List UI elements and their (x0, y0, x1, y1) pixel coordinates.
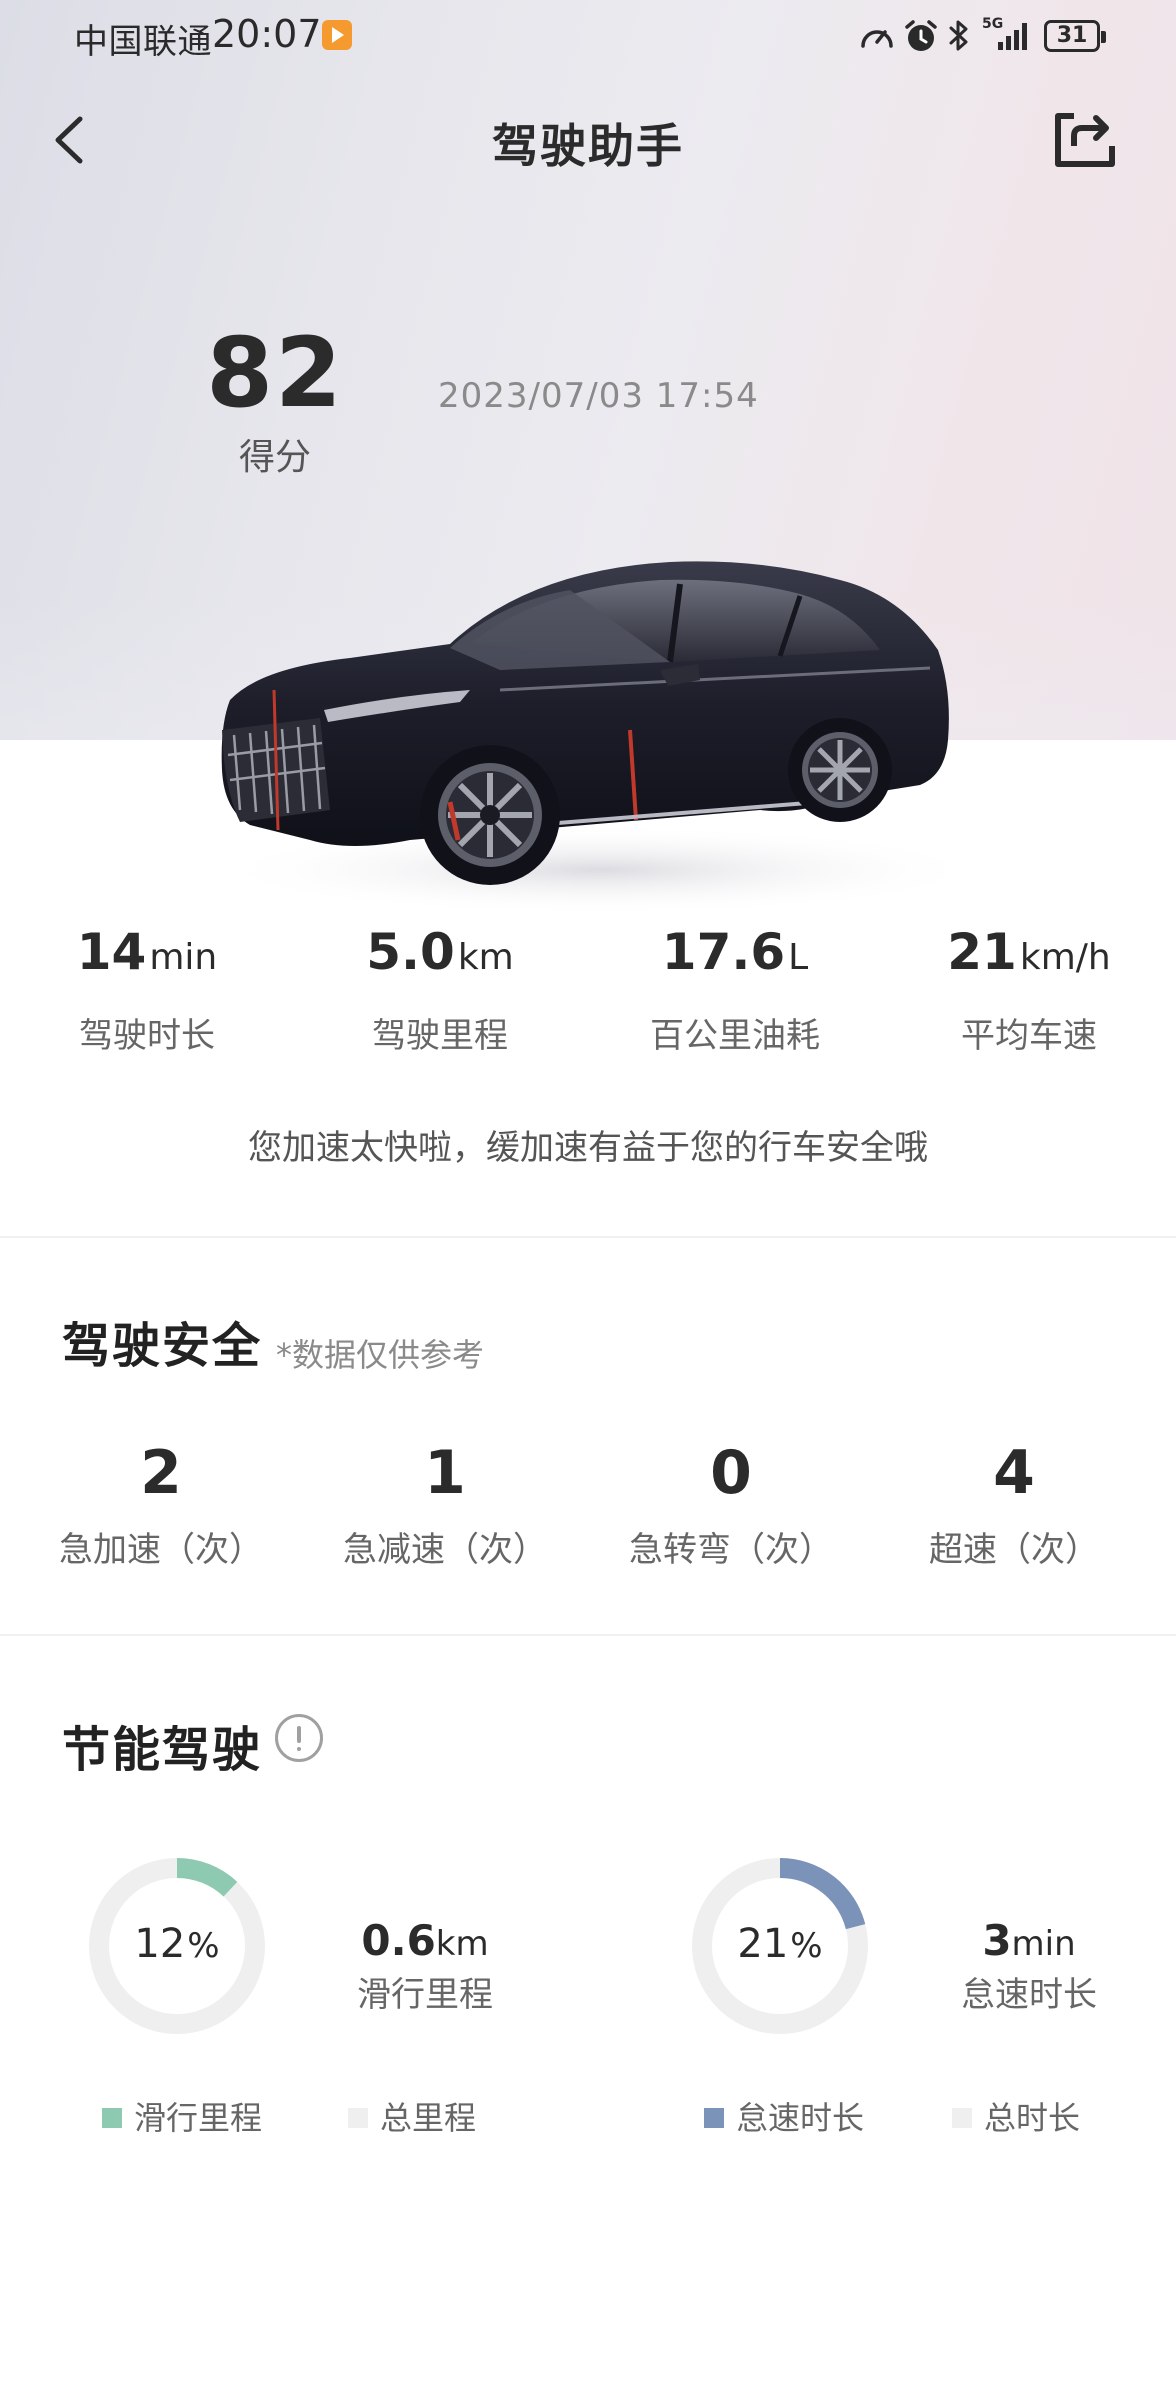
driving-score: 82 (206, 317, 344, 429)
idle-time: 3min 怠速时长 (929, 1916, 1129, 2016)
stat-fuel-consumption: 17.6L 百公里油耗 (615, 922, 855, 1057)
stat-number: 21 (947, 923, 1017, 981)
metric-number: 3 (982, 1916, 1012, 1965)
stat-unit: km (457, 937, 514, 978)
bluetooth-icon (949, 20, 968, 51)
stat-number: 14 (76, 923, 147, 981)
eco-section-title: 节能驾驶 (62, 1722, 263, 1778)
status-bar: 中国联通 20:07 5G 31 (0, 0, 1176, 72)
metric-value: 0.6km (325, 1916, 525, 1969)
count-label: 急加速（次） (59, 1530, 263, 1570)
metric-label: 滑行里程 (357, 1975, 493, 2015)
coasting-distance: 0.6km 滑行里程 (325, 1916, 525, 2016)
battery-indicator: 31 (1044, 20, 1106, 52)
stat-drive-time: 14min 驾驶时长 (27, 922, 267, 1057)
count-value: 1 (424, 1438, 466, 1508)
stat-label: 百公里油耗 (650, 1016, 820, 1056)
count-value: 4 (993, 1438, 1035, 1508)
legend-idle-time: 怠速时长 (704, 2096, 864, 2140)
car-image (210, 561, 990, 915)
stat-label: 驾驶时长 (79, 1016, 215, 1056)
legend-swatch (704, 2108, 724, 2128)
metric-unit: km (435, 1924, 489, 1964)
section-divider (0, 1236, 1176, 1238)
stat-distance: 5.0km 驾驶里程 (320, 922, 560, 1057)
stat-value: 21km/h (909, 922, 1149, 988)
metric-value: 3min (929, 1916, 1129, 1969)
driving-tip: 您加速太快啦，缓加速有益于您的行车安全哦 (248, 1128, 928, 1168)
legend-total-time: 总时长 (952, 2096, 1080, 2140)
count-label: 急减速（次） (343, 1530, 547, 1570)
count-hard-braking: 1 急减速（次） (303, 1438, 587, 1571)
info-icon[interactable] (275, 1714, 323, 1762)
idle-percent: 21% (690, 1914, 870, 1976)
stat-label: 驾驶里程 (372, 1016, 508, 1056)
legend-label: 总时长 (984, 2099, 1081, 2137)
stat-value: 17.6L (615, 922, 855, 988)
carrier-name: 中国联通 (74, 22, 212, 62)
stat-unit: km/h (1019, 937, 1111, 978)
percent-value: 12 (134, 1921, 186, 1967)
count-value: 0 (710, 1438, 752, 1508)
legend-swatch (102, 2108, 122, 2128)
stat-unit: L (788, 937, 809, 978)
alarm-icon (905, 20, 937, 51)
stat-label: 平均车速 (961, 1016, 1097, 1056)
status-time: 20:07 (212, 12, 322, 56)
count-label: 超速（次） (929, 1530, 1099, 1570)
legend-label: 怠速时长 (736, 2099, 865, 2137)
stat-value: 14min (27, 922, 267, 988)
count-hard-acceleration: 2 急加速（次） (19, 1438, 303, 1571)
safety-disclaimer: *数据仅供参考 (276, 1336, 485, 1374)
count-speeding: 4 超速（次） (872, 1438, 1156, 1571)
count-label: 急转弯（次） (629, 1530, 833, 1570)
legend-label: 总里程 (380, 2099, 477, 2137)
stat-value: 5.0km (320, 922, 560, 988)
stat-number: 17.6 (661, 923, 786, 981)
legend-coasting-distance: 滑行里程 (102, 2096, 262, 2140)
stat-number: 5.0 (366, 923, 455, 981)
safety-section-title: 驾驶安全 (62, 1318, 263, 1374)
metric-unit: min (1011, 1924, 1076, 1964)
percent-value: 21 (737, 1921, 789, 1967)
metric-number: 0.6 (361, 1916, 436, 1965)
share-icon (1055, 113, 1115, 167)
speed-meter-icon (861, 30, 893, 48)
percent-sign: % (187, 1926, 220, 1966)
coasting-percent: 12% (87, 1914, 267, 1976)
share-button[interactable] (1052, 106, 1118, 172)
trip-datetime: 2023/07/03 17:54 (438, 376, 759, 416)
count-sharp-turn: 0 急转弯（次） (589, 1438, 873, 1571)
section-divider (0, 1634, 1176, 1636)
percent-sign: % (790, 1926, 823, 1966)
metric-label: 怠速时长 (961, 1975, 1097, 2015)
page-title: 驾驶助手 (492, 119, 684, 173)
stat-unit: min (149, 937, 218, 978)
app-notification-icon (322, 20, 352, 50)
signal-icon (998, 23, 1027, 50)
legend-swatch (952, 2108, 972, 2128)
legend-swatch (348, 2108, 368, 2128)
legend-label: 滑行里程 (134, 2099, 263, 2137)
score-label: 得分 (238, 437, 311, 478)
stat-average-speed: 21km/h 平均车速 (909, 922, 1149, 1057)
legend-total-distance: 总里程 (348, 2096, 476, 2140)
count-value: 2 (140, 1438, 182, 1508)
